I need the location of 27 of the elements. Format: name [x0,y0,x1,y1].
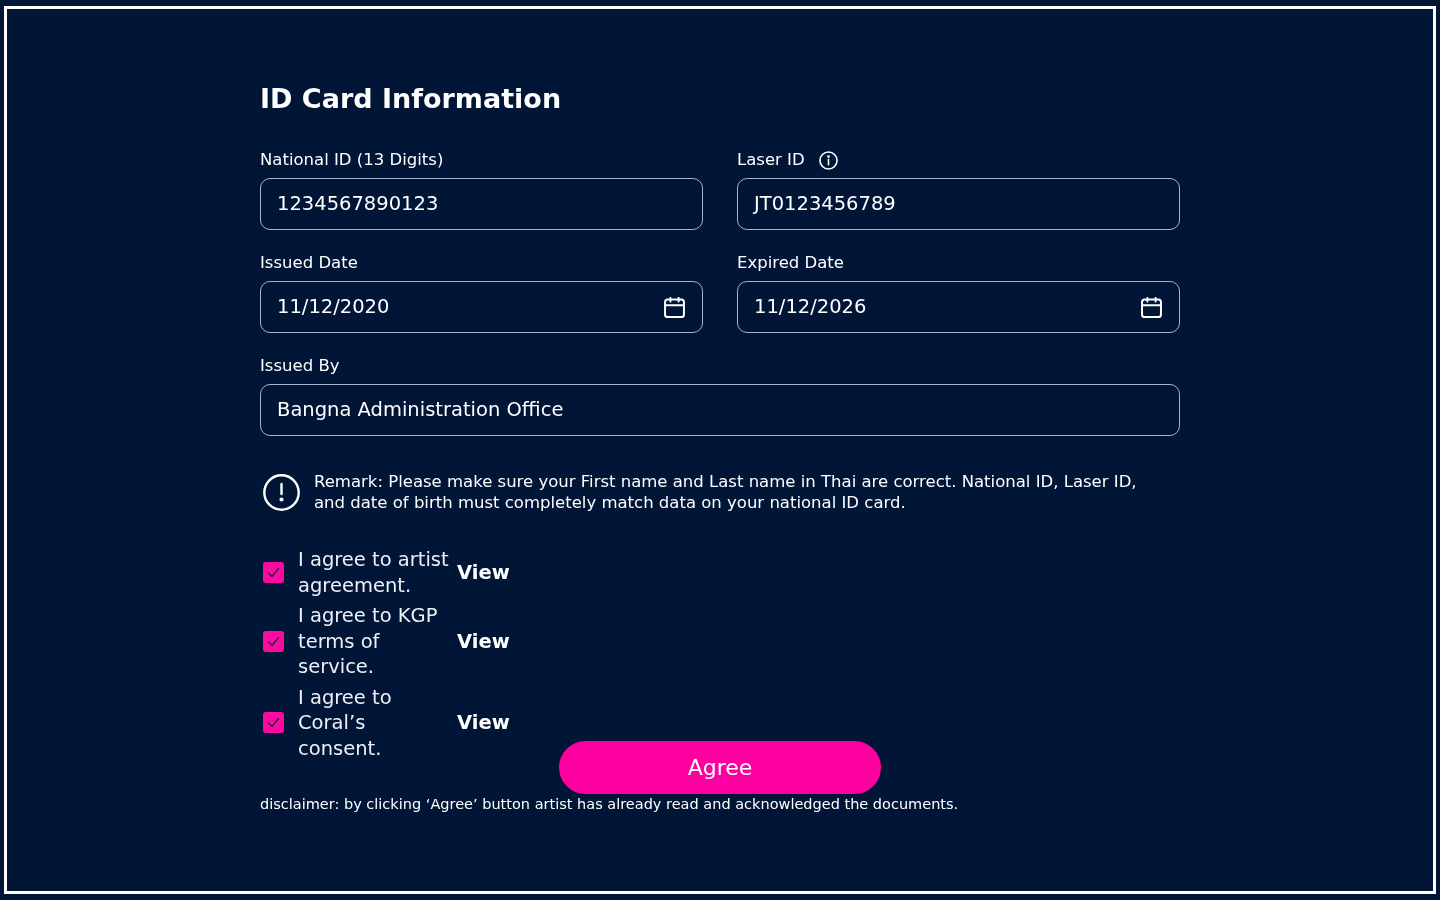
agreement-text: I agree to KGP terms of service. [298,603,439,680]
field-label: Expired Date [737,253,844,273]
input-field[interactable]: Bangna Administration Office [260,384,1180,436]
input-field[interactable]: JT0123456789 [737,178,1180,230]
view-link[interactable]: View [457,629,510,653]
agreement-text: I agree to artist agreement. [298,547,450,598]
calendar-icon[interactable] [1141,296,1162,318]
view-link[interactable]: View [457,711,510,735]
page-title: ID Card Information [260,82,562,116]
field-label: Issued Date [260,253,358,273]
exclamation-circle-icon [263,473,300,511]
date-field[interactable]: 11/12/2020 [260,281,703,333]
field-label: Laser ID [737,150,805,170]
disclaimer-text: disclaimer: by clicking ‘Agree’ button artist has already read and acknowledged the documents. [260,795,959,813]
checkbox[interactable] [263,630,284,652]
field-label: National ID (13 Digits) [260,150,444,170]
input-field[interactable]: 1234567890123 [260,178,703,230]
view-link[interactable]: View [457,561,510,584]
info-icon[interactable] [818,150,838,170]
agree-button[interactable]: Agree [559,741,881,794]
field-label: Issued By [260,356,340,376]
date-field[interactable]: 11/12/2026 [737,281,1180,333]
calendar-icon[interactable] [664,296,685,318]
agreement-text: I agree to Coral’s consent. [298,684,393,761]
checkbox[interactable] [263,562,284,583]
checkbox[interactable] [263,712,284,734]
remark-text: Remark: Please make sure your First name and Last name in Thai are correct. National ID, Laser ID, and date of birth must completely match data on your national ID card. [314,471,1138,513]
